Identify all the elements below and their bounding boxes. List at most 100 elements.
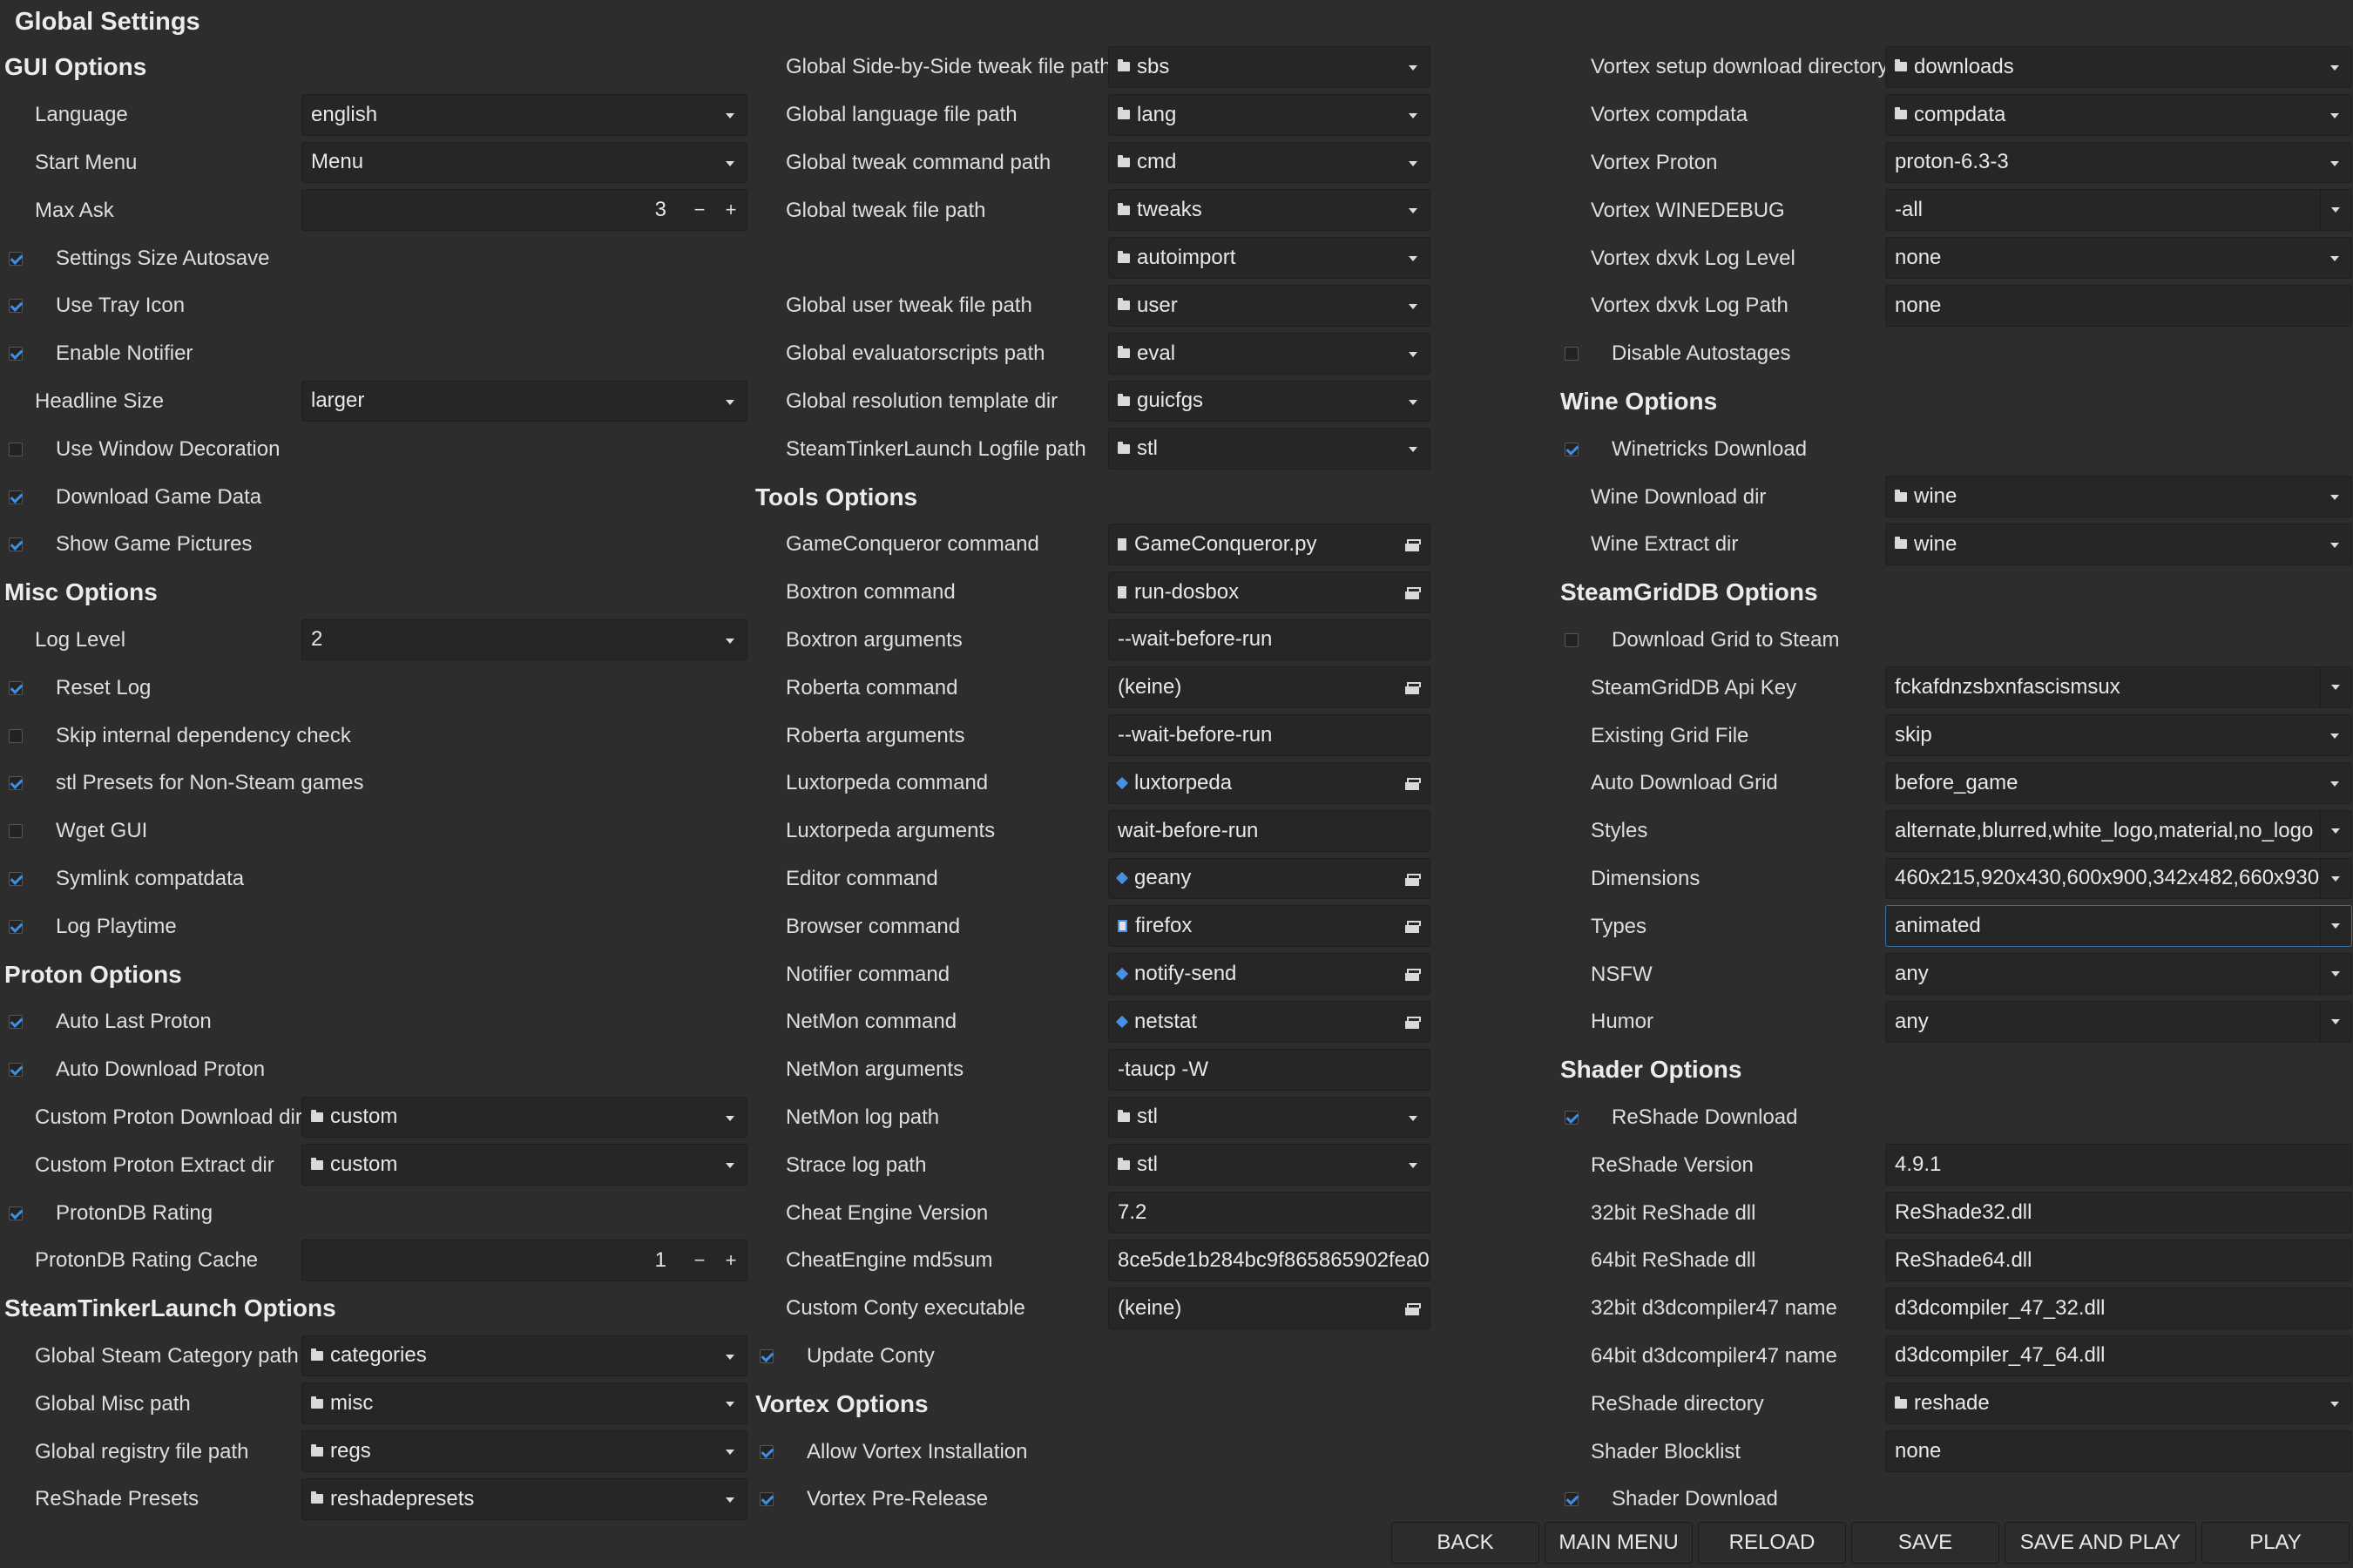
checkbox-label[interactable]: stl Presets for Non-Steam games xyxy=(56,771,363,795)
back-button[interactable]: BACK xyxy=(1391,1522,1539,1564)
checkbox-stl-presets-for-non-steam-games[interactable] xyxy=(9,776,23,791)
file-chooser-netmon-command[interactable]: netstat xyxy=(1108,1000,1430,1043)
directory-chooser-global-user-tweak-file-path[interactable]: user xyxy=(1108,284,1430,327)
checkbox-allow-vortex-installation[interactable] xyxy=(760,1444,774,1459)
checkbox-protondb-rating[interactable] xyxy=(9,1206,23,1220)
checkbox-label[interactable]: Shader Download xyxy=(1612,1487,1778,1511)
text-input-roberta-arguments[interactable]: --wait-before-run xyxy=(1108,714,1430,756)
decrement-button[interactable]: − xyxy=(684,1249,715,1272)
checkbox-use-window-decoration[interactable] xyxy=(9,442,23,456)
open-file-icon[interactable] xyxy=(1405,538,1421,551)
checkbox-label[interactable]: Auto Download Proton xyxy=(56,1058,265,1082)
open-file-icon[interactable] xyxy=(1405,777,1421,790)
text-input-vortex-dxvk-log-path[interactable]: none xyxy=(1885,284,2352,327)
open-file-icon[interactable] xyxy=(1405,969,1421,982)
chevron-down-icon[interactable] xyxy=(2320,810,2351,851)
checkbox-reset-log[interactable] xyxy=(9,680,23,695)
save-and-play-button[interactable]: SAVE AND PLAY xyxy=(2005,1522,2196,1564)
dropdown-vortex-dxvk-log-level[interactable]: none xyxy=(1885,237,2352,279)
directory-chooser-vortex-setup-download-directory[interactable]: downloads xyxy=(1885,46,2352,88)
checkbox-reshade-download[interactable] xyxy=(1565,1110,1579,1125)
checkbox-download-grid-to-steam[interactable] xyxy=(1565,632,1579,647)
checkbox-label[interactable]: Enable Notifier xyxy=(56,341,193,366)
chevron-down-icon[interactable] xyxy=(2320,954,2351,994)
checkbox-label[interactable]: Wget GUI xyxy=(56,819,147,843)
file-chooser-gameconqueror-command[interactable]: GameConqueror.py xyxy=(1108,523,1430,565)
text-input-32bit-d3dcompiler47-name[interactable]: d3dcompiler_47_32.dll xyxy=(1885,1287,2352,1329)
play-button[interactable]: PLAY xyxy=(2201,1522,2350,1564)
combo-entry-nsfw[interactable]: any xyxy=(1885,953,2352,995)
file-chooser-roberta-command[interactable]: (keine) xyxy=(1108,666,1430,709)
open-file-icon[interactable] xyxy=(1405,586,1421,599)
text-input-64bit-reshade-dll[interactable]: ReShade64.dll xyxy=(1885,1239,2352,1281)
checkbox-label[interactable]: Auto Last Proton xyxy=(56,1010,212,1034)
text-input-boxtron-arguments[interactable]: --wait-before-run xyxy=(1108,618,1430,661)
text-input-netmon-arguments[interactable]: -taucp -W xyxy=(1108,1048,1430,1091)
checkbox-label[interactable]: Skip internal dependency check xyxy=(56,724,351,748)
checkbox-update-conty[interactable] xyxy=(760,1348,774,1363)
directory-chooser-custom-proton-extract-dir[interactable]: custom xyxy=(301,1144,747,1186)
open-file-icon[interactable] xyxy=(1405,873,1421,886)
spin-button-protondb-rating-cache[interactable]: 1− + xyxy=(301,1239,747,1281)
checkbox-label[interactable]: Log Playtime xyxy=(56,915,177,939)
checkbox-label[interactable]: Disable Autostages xyxy=(1612,341,1790,366)
text-input-luxtorpeda-arguments[interactable]: wait-before-run xyxy=(1108,809,1430,852)
checkbox-label[interactable]: Winetricks Download xyxy=(1612,437,1807,462)
directory-chooser-wine-download-dir[interactable]: wine xyxy=(1885,476,2352,517)
open-file-icon[interactable] xyxy=(1405,1302,1421,1315)
dropdown-start-menu[interactable]: Menu xyxy=(301,141,747,184)
checkbox-wget-gui[interactable] xyxy=(9,824,23,839)
checkbox-show-game-pictures[interactable] xyxy=(9,537,23,552)
directory-chooser-reshade-presets[interactable]: reshadepresets xyxy=(301,1477,747,1520)
directory-chooser-unnamed-4[interactable]: autoimport xyxy=(1108,237,1430,279)
directory-chooser-netmon-log-path[interactable]: stl xyxy=(1108,1096,1430,1139)
checkbox-label[interactable]: Show Game Pictures xyxy=(56,532,252,557)
directory-chooser-global-resolution-template-dir[interactable]: guicfgs xyxy=(1108,380,1430,422)
chevron-down-icon[interactable] xyxy=(2320,667,2351,708)
checkbox-winetricks-download[interactable] xyxy=(1565,442,1579,456)
text-input-cheatengine-md5sum[interactable]: 8ce5de1b284bc9f865865902fea09489 xyxy=(1108,1239,1430,1281)
checkbox-label[interactable]: Update Conty xyxy=(807,1344,935,1369)
checkbox-label[interactable]: Settings Size Autosave xyxy=(56,247,269,271)
decrement-button[interactable]: − xyxy=(684,199,715,221)
directory-chooser-global-language-file-path[interactable]: lang xyxy=(1108,93,1430,136)
directory-chooser-global-tweak-command-path[interactable]: cmd xyxy=(1108,141,1430,184)
text-input-32bit-reshade-dll[interactable]: ReShade32.dll xyxy=(1885,1192,2352,1233)
dropdown-log-level[interactable]: 2 xyxy=(301,618,747,661)
checkbox-label[interactable]: Use Window Decoration xyxy=(56,437,280,462)
directory-chooser-global-registry-file-path[interactable]: regs xyxy=(301,1430,747,1472)
checkbox-label[interactable]: Reset Log xyxy=(56,676,151,700)
combo-entry-styles[interactable]: alternate,blurred,white_logo,material,no… xyxy=(1885,809,2352,852)
spin-button-max-ask[interactable]: 3− + xyxy=(301,189,747,232)
directory-chooser-strace-log-path[interactable]: stl xyxy=(1108,1144,1430,1186)
file-chooser-boxtron-command[interactable]: run-dosbox xyxy=(1108,571,1430,613)
file-chooser-luxtorpeda-command[interactable]: luxtorpeda xyxy=(1108,761,1430,804)
combo-entry-steamgriddb-api-key[interactable]: fckafdnzsbxnfascismsux xyxy=(1885,666,2352,709)
dropdown-vortex-proton[interactable]: proton-6.3-3 xyxy=(1885,141,2352,184)
checkbox-label[interactable]: ProtonDB Rating xyxy=(56,1201,213,1226)
directory-chooser-global-tweak-file-path[interactable]: tweaks xyxy=(1108,189,1430,232)
checkbox-use-tray-icon[interactable] xyxy=(9,299,23,314)
checkbox-label[interactable]: ReShade Download xyxy=(1612,1105,1797,1130)
text-input-cheat-engine-version[interactable]: 7.2 xyxy=(1108,1192,1430,1233)
checkbox-label[interactable]: Vortex Pre-Release xyxy=(807,1487,988,1511)
chevron-down-icon[interactable] xyxy=(2320,190,2351,231)
dropdown-headline-size[interactable]: larger xyxy=(301,380,747,422)
checkbox-enable-notifier[interactable] xyxy=(9,347,23,362)
checkbox-symlink-compatdata[interactable] xyxy=(9,871,23,886)
directory-chooser-global-steam-category-path[interactable]: categories xyxy=(301,1335,747,1377)
chevron-down-icon[interactable] xyxy=(2320,1001,2351,1042)
combo-entry-dimensions[interactable]: 460x215,920x430,600x900,342x482,660x930 xyxy=(1885,857,2352,900)
open-file-icon[interactable] xyxy=(1405,921,1421,934)
checkbox-label[interactable]: Download Game Data xyxy=(56,485,261,510)
main-menu-button[interactable]: MAIN MENU xyxy=(1545,1522,1693,1564)
dropdown-auto-download-grid[interactable]: before_game xyxy=(1885,761,2352,804)
text-input-reshade-version[interactable]: 4.9.1 xyxy=(1885,1144,2352,1186)
increment-button[interactable]: + xyxy=(715,1249,747,1272)
directory-chooser-global-side-by-side-tweak-file-path[interactable]: sbs xyxy=(1108,46,1430,88)
directory-chooser-reshade-directory[interactable]: reshade xyxy=(1885,1382,2352,1425)
chevron-down-icon[interactable] xyxy=(2320,858,2351,899)
checkbox-label[interactable]: Allow Vortex Installation xyxy=(807,1440,1027,1464)
file-chooser-editor-command[interactable]: geany xyxy=(1108,857,1430,900)
checkbox-shader-download[interactable] xyxy=(1565,1492,1579,1507)
